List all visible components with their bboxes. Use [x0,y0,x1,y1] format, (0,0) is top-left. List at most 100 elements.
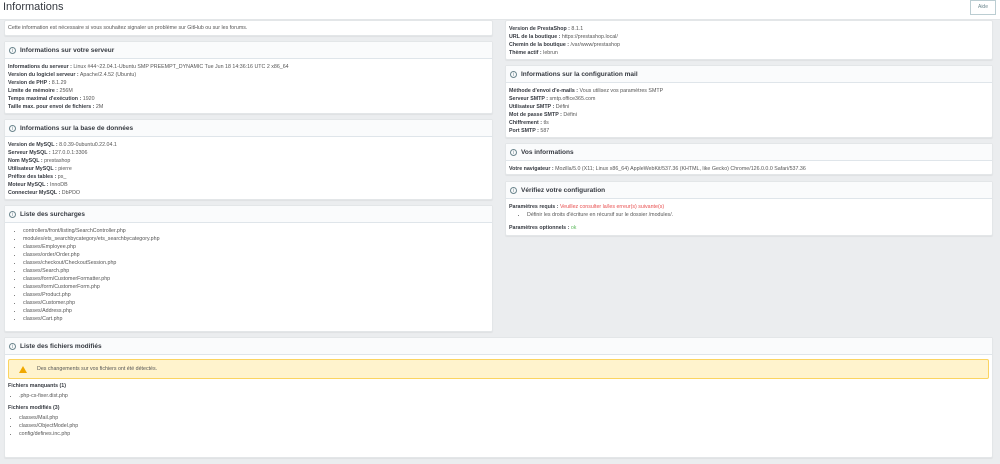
page-title: Informations [3,1,64,13]
database-panel: i Informations sur la base de données Ver… [4,119,493,200]
info-row: Chiffrement : tls [509,119,989,127]
info-value: 127.0.0.1:3306 [50,150,88,156]
list-item: classes/checkout/CheckoutSession.php [23,259,492,267]
info-value: 8.1.29 [50,80,67,86]
page-header: Informations Aide [0,0,1000,20]
list-item: classes/Search.php [23,267,492,275]
shop-panel: Version de PrestaShop : 8.1.1 URL de la b… [505,20,993,60]
panel-title: Informations sur la configuration mail [521,70,638,78]
info-value: prestashop [42,158,71,164]
info-label: Moteur MySQL : [8,182,49,188]
info-value: https://prestashop.local/ [560,34,618,40]
info-value: DbPDO [60,190,81,196]
rows: Informations du serveur : Linux #44~22.0… [5,59,492,115]
list-item: classes/order/Order.php [23,251,492,259]
error-list: Définir les droits d'écriture en récursi… [509,211,989,219]
info-row: URL de la boutique : https://prestashop.… [509,33,989,41]
warning-alert: Des changements sur vos fichiers ont été… [8,359,989,379]
modified-label: Fichiers modifiés (3) [8,405,60,411]
required-label: Paramètres requis : [509,204,559,210]
required-value: Veuillez consulter la/les erreur(s) suiv… [558,204,665,210]
info-label: Thème actif : [509,50,542,56]
info-label: Version de PHP : [8,80,51,86]
info-icon: i [9,124,16,132]
info-row: Version de PrestaShop : 8.1.1 [509,25,989,33]
panel-title: Liste des fichiers modifiés [20,342,102,350]
list-item: classes/Employee.php [23,243,492,251]
info-label: Serveur SMTP : [509,96,549,102]
check-panel: i Vérifiez votre configuration Paramètres… [505,181,993,236]
panel-title: Vérifiez votre configuration [521,186,606,194]
info-value: Vous utilisez vos paramètres SMTP [578,88,664,94]
list-item: classes/form/CustomerForm.php [23,283,492,291]
info-label: Taille max. pour envoi de fichiers : [8,104,95,110]
list-item: config/defines.inc.php [19,430,992,438]
missing-list: .php-cs-fixer.dist.php [5,392,992,400]
info-label: Connecteur MySQL : [8,190,61,196]
info-row: Connecteur MySQL : DbPDO [8,189,489,197]
info-row: Temps maximal d'exécution : 1920 [8,95,489,103]
info-value: tls [541,120,549,126]
modified-files-panel: i Liste des fichiers modifiés Des changem… [4,337,993,458]
list-item: classes/ObjectModel.php [19,422,992,430]
info-row: Utilisateur MySQL : pierre [8,165,489,173]
info-label: Utilisateur SMTP : [509,104,555,110]
info-value: InnoDB [48,182,68,188]
alert-text: Des changements sur vos fichiers ont été… [37,366,158,372]
info-value: 1920 [81,96,95,102]
info-icon: i [9,210,16,218]
info-row: Mot de passe SMTP : Défini [509,111,989,119]
info-value: 2M [94,104,104,110]
info-row: Informations du serveur : Linux #44~22.0… [8,63,489,71]
info-row: Thème actif : lebrun [509,49,989,57]
rows: Version de PrestaShop : 8.1.1 URL de la b… [506,21,992,61]
info-label: Chemin de la boutique : [509,42,570,48]
info-row: Serveur SMTP : smtp.office365.com [509,95,989,103]
info-label: Chiffrement : [509,120,542,126]
info-label: Limite de mémoire : [8,88,59,94]
info-row: Version de PHP : 8.1.29 [8,79,489,87]
overrides-list: controllers/front/listing/SearchControll… [5,223,492,323]
list-item: classes/form/CustomerFormatter.php [23,275,492,283]
info-row: Chemin de la boutique : /var/www/prestas… [509,41,989,49]
info-icon: i [510,70,517,78]
browser-label: Votre navigateur : [509,166,554,172]
info-label: Nom MySQL : [8,158,43,164]
panel-title: Vos informations [521,148,574,156]
info-icon: i [9,46,16,54]
info-row: Utilisateur SMTP : Défini [509,103,989,111]
info-label: Serveur MySQL : [8,150,51,156]
info-value: ps_ [56,174,67,180]
info-row: Nom MySQL : prestashop [8,157,489,165]
info-row: Méthode d'envoi d'e-mails : Vous utilise… [509,87,989,95]
panel-title: Informations sur la base de données [20,124,134,132]
list-item: Définir les droits d'écriture en récursi… [527,211,989,219]
rows: Version de MySQL : 8.0.39-0ubuntu0.22.04… [5,137,492,201]
info-label: Version du logiciel serveur : [8,72,79,78]
info-row: Limite de mémoire : 256M [8,87,489,95]
info-value: 8.1.1 [569,26,584,32]
server-panel: i Informations sur votre serveur Informat… [4,41,493,114]
info-row: Version du logiciel serveur : Apache/2.4… [8,71,489,79]
info-value: Défini [561,112,577,118]
info-value: Apache/2.4.52 (Ubuntu) [78,72,137,78]
list-item: controllers/front/listing/SearchControll… [23,227,492,235]
info-label: Version de MySQL : [8,142,58,148]
info-value: 587 [538,128,550,134]
info-row: Moteur MySQL : InnoDB [8,181,489,189]
browser-value: Mozilla/5.0 (X11; Linux x86_64) AppleWeb… [553,166,806,172]
info-value: 8.0.39-0ubuntu0.22.04.1 [57,142,117,148]
info-row: Taille max. pour envoi de fichiers : 2M [8,103,489,111]
list-item: classes/Product.php [23,291,492,299]
info-label: Version de PrestaShop : [509,26,570,32]
info-value: smtp.office365.com [548,96,596,102]
help-button[interactable]: Aide [970,0,996,15]
info-row: Serveur MySQL : 127.0.0.1:3306 [8,149,489,157]
info-row: Préfixe des tables : ps_ [8,173,489,181]
optional-label: Paramètres optionnels : [509,225,570,231]
overrides-panel: i Liste des surcharges controllers/front/… [4,205,493,332]
info-label: Utilisateur MySQL : [8,166,57,172]
info-row: Version de MySQL : 8.0.39-0ubuntu0.22.04… [8,141,489,149]
info-label: URL de la boutique : [509,34,561,40]
list-item: classes/Address.php [23,307,492,315]
